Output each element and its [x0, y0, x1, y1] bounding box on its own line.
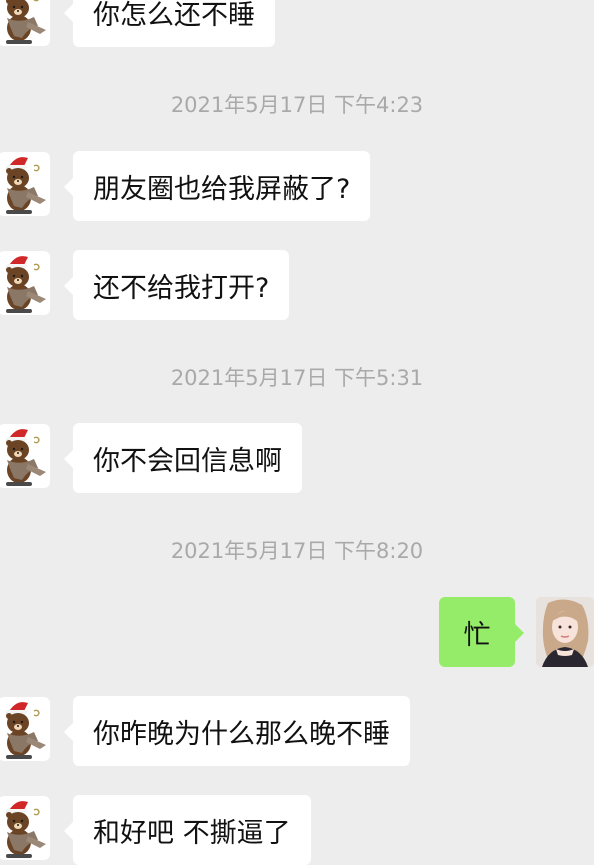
- contact-avatar[interactable]: [0, 0, 50, 46]
- contact-avatar[interactable]: [0, 424, 50, 488]
- message-text: 你不会回信息啊: [93, 445, 282, 477]
- incoming-message-bubble[interactable]: 你怎么还不睡: [64, 0, 275, 47]
- timestamp: 2021年5月17日 下午5:31: [170, 366, 424, 390]
- contact-avatar[interactable]: [0, 152, 50, 216]
- message-text: 朋友圈也给我屏蔽了?: [93, 173, 351, 205]
- incoming-message-bubble[interactable]: 你昨晚为什么那么晚不睡: [64, 696, 410, 766]
- brown-bear-santa-hat-icon: [0, 796, 50, 860]
- brown-bear-santa-hat-icon: [0, 251, 50, 315]
- message-text: 还不给我打开?: [93, 272, 270, 304]
- incoming-message-bubble[interactable]: 朋友圈也给我屏蔽了?: [63, 151, 371, 221]
- outgoing-message-bubble[interactable]: 忙: [439, 597, 524, 667]
- brown-bear-santa-hat-icon: [0, 697, 50, 761]
- contact-avatar[interactable]: [0, 796, 50, 860]
- timestamp: 2021年5月17日 下午8:20: [170, 539, 424, 563]
- timestamp: 2021年5月17日 下午4:23: [170, 93, 424, 117]
- message-text: 忙: [463, 619, 491, 651]
- brown-bear-santa-hat-icon: [0, 424, 50, 488]
- chat-window[interactable]: 你怎么还不睡 2021年5月17日 下午4:23 朋友圈也给我屏蔽了? 还不给我…: [0, 0, 594, 865]
- incoming-message-bubble[interactable]: 和好吧 不撕逼了: [64, 795, 311, 865]
- brown-bear-santa-hat-icon: [0, 152, 50, 216]
- incoming-message-bubble[interactable]: 你不会回信息啊: [64, 423, 302, 493]
- message-text: 你怎么还不睡: [93, 0, 255, 31]
- contact-avatar[interactable]: [0, 697, 50, 761]
- contact-avatar[interactable]: [0, 251, 50, 315]
- message-text: 你昨晚为什么那么晚不睡: [93, 718, 390, 750]
- brown-bear-santa-hat-icon: [0, 0, 50, 46]
- girl-profile-photo: [536, 597, 594, 667]
- my-avatar[interactable]: [536, 597, 594, 667]
- incoming-message-bubble[interactable]: 还不给我打开?: [63, 250, 290, 320]
- message-text: 和好吧 不撕逼了: [93, 817, 291, 849]
